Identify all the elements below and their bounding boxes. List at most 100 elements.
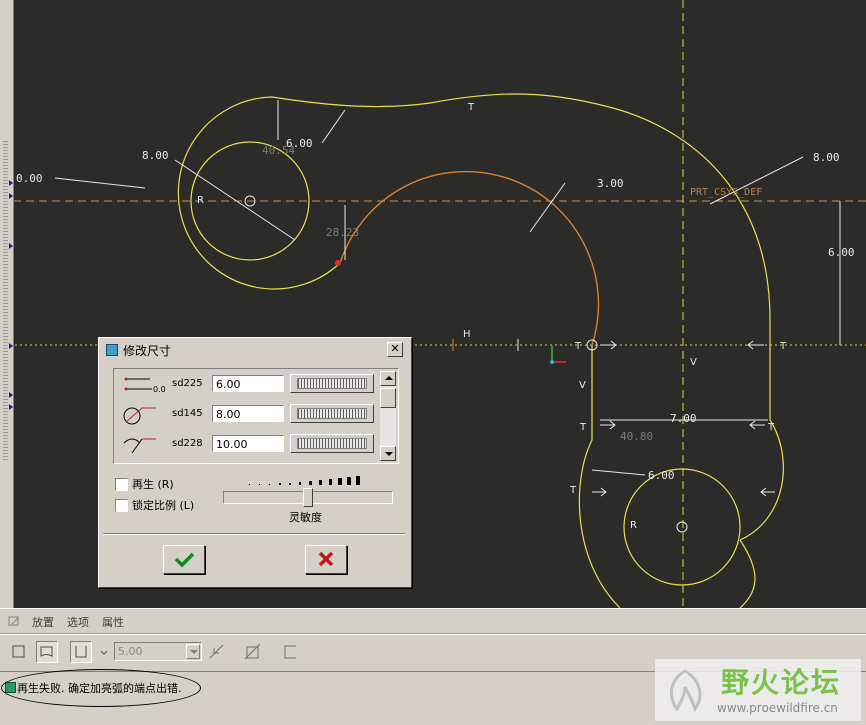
thickness-dropdown-button[interactable] — [186, 644, 200, 659]
regenerate-label: 再生 (R) — [132, 478, 174, 491]
constraint-arrow — [747, 340, 764, 350]
dialog-separator — [103, 533, 405, 535]
scroll-up-button[interactable] — [380, 371, 396, 386]
dimension-name: sd225 — [172, 378, 203, 389]
cancel-button[interactable] — [305, 545, 347, 574]
expand-arrow-icon[interactable] — [9, 193, 13, 199]
dimension-row: 0.0 sd225 6.00 — [114, 371, 376, 399]
dim-bottom-6[interactable]: 6.00 — [648, 469, 675, 482]
constraint-arrow — [592, 487, 607, 497]
tab-options[interactable]: 选项 — [67, 614, 89, 630]
watermark-name: 野火论坛 — [721, 666, 842, 699]
constraint-vertical: V — [690, 357, 697, 368]
sketch-lower-right-outline[interactable] — [739, 539, 756, 608]
solid-icon — [12, 645, 25, 658]
constraint-tangent: T — [467, 102, 475, 113]
trim-icon — [284, 645, 296, 659]
dialog-app-icon — [106, 344, 118, 356]
dim-arc-3[interactable]: 3.00 — [597, 177, 624, 190]
remove-material-button[interactable] — [242, 641, 264, 663]
surface-icon — [40, 646, 53, 657]
lock-scale-checkbox[interactable] — [115, 499, 128, 512]
solid-type-button[interactable] — [8, 641, 30, 663]
dropdown-chevron-icon[interactable] — [100, 650, 108, 656]
flip-direction-button[interactable] — [206, 641, 228, 663]
dim-width-7[interactable]: 7.00 — [670, 412, 697, 425]
constraint-tangent: T — [569, 485, 577, 496]
sensitivity-label: 灵敏度 — [289, 511, 322, 524]
dialog-close-button[interactable]: ✕ — [387, 342, 403, 357]
thickness-input[interactable]: 5.00 — [114, 642, 202, 661]
dim-leader — [321, 109, 346, 144]
lower-center-marker — [676, 521, 688, 533]
scroll-thumb[interactable] — [380, 388, 396, 408]
dimension-value-input[interactable]: 6.00 — [212, 375, 284, 392]
thicken-icon — [75, 646, 87, 658]
trim-button[interactable] — [280, 641, 302, 663]
constraint-arrow — [600, 340, 617, 350]
flame-logo-icon — [669, 669, 702, 713]
constraint-radius: R — [630, 520, 637, 531]
dim-right-6[interactable]: 6.00 — [828, 246, 855, 259]
dimension-name: sd228 — [172, 438, 203, 449]
lower-hole-circle[interactable] — [623, 468, 741, 586]
thickness-value: 5.00 — [118, 645, 143, 658]
dim-ref-28-23: 28.23 — [326, 226, 359, 239]
scroll-down-button[interactable] — [380, 446, 396, 461]
radius-dimension-icon — [123, 438, 156, 454]
dimension-thumbwheel[interactable] — [290, 404, 374, 423]
tab-properties[interactable]: 属性 — [102, 614, 124, 630]
dim-left-8[interactable]: 8.00 — [142, 149, 169, 162]
linear-dimension-icon: 0.0 — [124, 377, 166, 394]
csys-origin — [550, 360, 554, 364]
dimension-list: 0.0 sd225 6.00 sd145 8.00 sd228 10.00 — [113, 368, 399, 464]
dim-left-edge[interactable]: 0.00 — [16, 172, 43, 185]
dim-ref-40-80: 40.80 — [620, 430, 653, 443]
dim-ref-40-54: 40.54 — [262, 144, 295, 157]
highlighted-arc[interactable] — [339, 170, 600, 346]
dock-grip[interactable] — [3, 140, 8, 460]
dimension-list-scrollbar[interactable] — [380, 371, 396, 461]
thicken-button[interactable] — [70, 641, 92, 663]
constraint-horizontal: H — [463, 329, 471, 340]
close-x-icon — [318, 551, 334, 567]
constraint-tangent: T — [767, 422, 775, 433]
surface-type-button[interactable] — [36, 641, 58, 663]
dimension-value-input[interactable]: 8.00 — [212, 405, 284, 422]
dashboard-pin-icon[interactable] — [7, 614, 21, 628]
tab-placement[interactable]: 放置 — [32, 614, 54, 630]
ok-button[interactable] — [163, 545, 205, 574]
expand-arrow-icon[interactable] — [9, 243, 13, 249]
dimension-value-input[interactable]: 10.00 — [212, 435, 284, 452]
dim-leader — [591, 469, 646, 476]
dimension-thumbwheel[interactable] — [290, 374, 374, 393]
error-endpoint — [335, 260, 341, 266]
watermark-url: www.proewildfire.cn — [717, 701, 838, 715]
regenerate-checkbox[interactable] — [115, 478, 128, 491]
constraint-arrow — [749, 420, 765, 430]
expand-arrow-icon[interactable] — [9, 180, 13, 186]
dashboard-divider — [0, 633, 866, 635]
dim-right-8[interactable]: 8.00 — [813, 151, 840, 164]
expand-arrow-icon[interactable] — [9, 343, 13, 349]
constraint-radius: R — [197, 195, 204, 206]
constraint-tangent: T — [579, 422, 587, 433]
sensitivity-scale-ticks — [249, 476, 360, 485]
dimension-thumbwheel[interactable] — [290, 434, 374, 453]
constraint-arrow — [600, 420, 616, 430]
svg-text:0.0: 0.0 — [153, 385, 166, 394]
flip-icon — [209, 644, 224, 659]
csys-label: PRT_CSYS_DEF — [690, 187, 762, 198]
forum-watermark: 野火论坛 www.proewildfire.cn — [655, 659, 861, 721]
check-icon — [174, 552, 195, 568]
remove-material-icon — [244, 643, 261, 660]
dimension-row: sd228 10.00 — [114, 431, 376, 459]
expand-arrow-icon[interactable] — [9, 404, 13, 410]
expand-arrow-icon[interactable] — [9, 392, 13, 398]
dialog-titlebar[interactable]: 修改尺寸 ✕ — [101, 340, 407, 359]
diameter-dimension-icon — [123, 407, 156, 425]
modify-dimensions-dialog: 修改尺寸 ✕ 0.0 sd225 6.00 sd145 8.00 sd228 1… — [98, 337, 412, 588]
left-dock-bar[interactable] — [0, 0, 14, 608]
sensitivity-slider-thumb[interactable] — [303, 488, 313, 507]
dialog-title: 修改尺寸 — [123, 344, 172, 358]
